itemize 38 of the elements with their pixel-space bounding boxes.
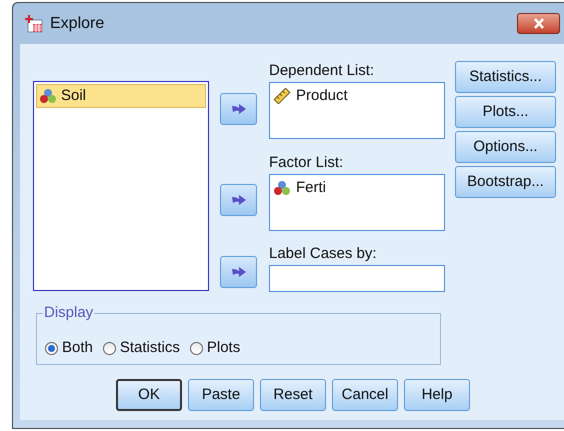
table-icon: [24, 14, 43, 32]
radio-option[interactable]: Both: [45, 337, 93, 360]
dialog-button[interactable]: Paste: [188, 379, 254, 411]
nominal-variable-icon: [273, 180, 291, 196]
window-title: Explore: [50, 14, 104, 34]
dialog-button[interactable]: Reset: [260, 379, 326, 411]
close-icon: [532, 18, 544, 29]
radio-button[interactable]: [190, 342, 203, 355]
close-button[interactable]: [517, 13, 560, 34]
dialog-button[interactable]: OK: [116, 379, 182, 411]
radio-button[interactable]: [102, 342, 116, 355]
dialog-button[interactable]: Cancel: [332, 379, 398, 411]
move-arrow-button[interactable]: [220, 93, 257, 125]
target-list-label: Label Cases by:: [269, 245, 378, 263]
dialog-button[interactable]: Help: [404, 379, 470, 411]
move-arrow-button[interactable]: [220, 256, 257, 288]
target-item[interactable]: Ferti: [273, 178, 441, 198]
arrow-right-icon: [230, 193, 246, 207]
nominal-variable-icon: [39, 88, 57, 104]
radio-option[interactable]: Plots: [190, 337, 240, 360]
group-title: Display: [43, 304, 94, 322]
target-list[interactable]: Ferti: [269, 174, 445, 231]
radio-button[interactable]: [45, 342, 58, 355]
side-button[interactable]: Statistics...: [455, 61, 556, 93]
target-list-label: Dependent List:: [269, 62, 376, 80]
side-button[interactable]: Plots...: [455, 96, 556, 128]
arrow-right-icon: [230, 102, 246, 116]
target-list[interactable]: Product: [269, 82, 445, 139]
target-list[interactable]: [269, 265, 445, 292]
variable-item[interactable]: Soil: [36, 84, 206, 108]
target-item[interactable]: Product: [273, 86, 441, 106]
variable-list[interactable]: Soil: [33, 81, 209, 291]
radio-option[interactable]: Statistics: [102, 337, 180, 360]
side-button[interactable]: Options...: [455, 131, 556, 163]
target-list-label: Factor List:: [269, 154, 344, 172]
side-button[interactable]: Bootstrap...: [455, 166, 556, 198]
arrow-right-icon: [230, 265, 246, 279]
move-arrow-button[interactable]: [220, 184, 257, 216]
